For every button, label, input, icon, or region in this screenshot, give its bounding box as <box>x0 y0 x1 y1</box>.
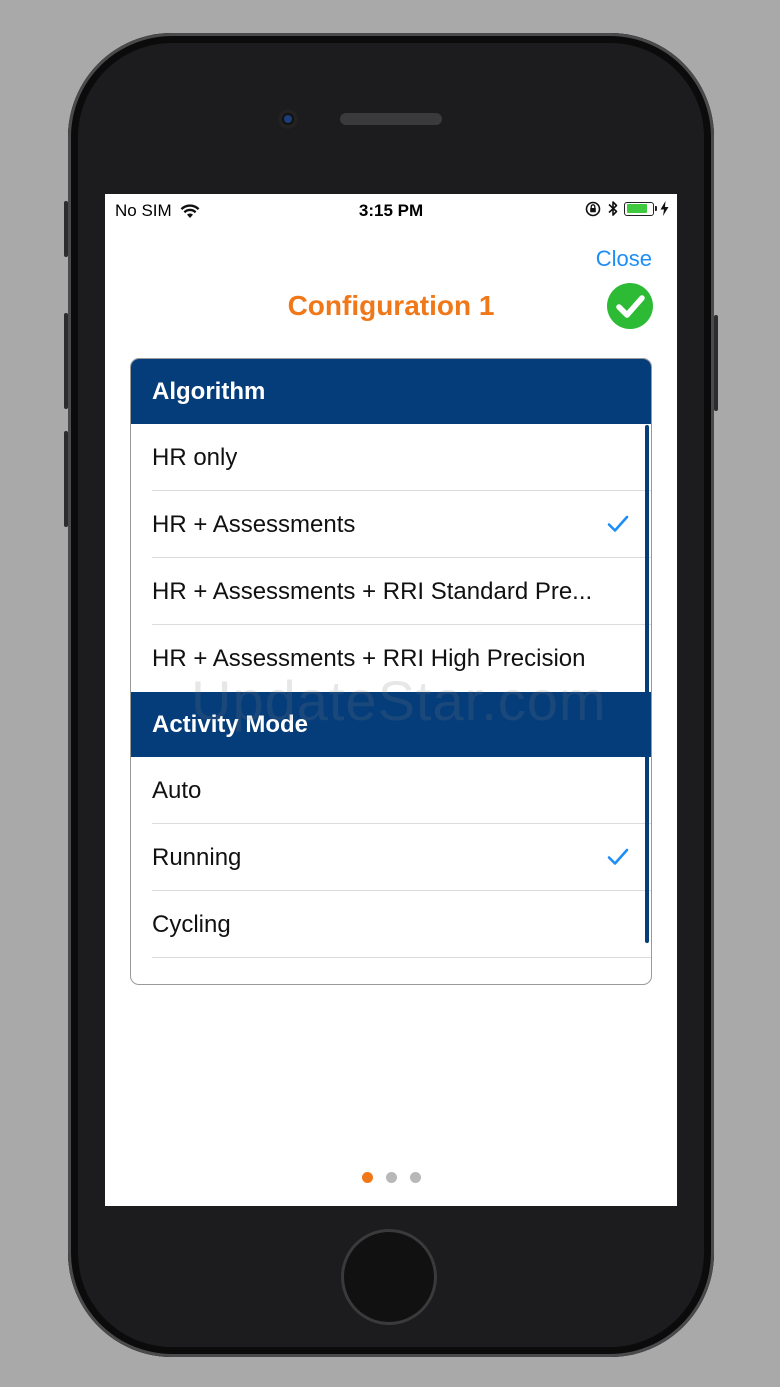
battery-icon <box>624 201 657 216</box>
front-camera <box>278 109 298 129</box>
page-indicator[interactable] <box>105 1172 677 1183</box>
option-hr-assessments-rri-standard[interactable]: HR + Assessments + RRI Standard Pre... <box>131 558 651 625</box>
volume-down-button <box>64 431 68 527</box>
checkmark-icon <box>607 848 629 865</box>
section-header-algorithm: Algorithm <box>131 359 651 424</box>
status-bar: No SIM 3:15 PM <box>105 194 677 228</box>
page-dot-2[interactable] <box>385 1172 397 1183</box>
option-auto[interactable]: Auto <box>131 757 651 824</box>
scroll-indicator[interactable] <box>645 425 649 943</box>
option-partially-hidden[interactable] <box>131 958 651 984</box>
option-hr-assessments[interactable]: HR + Assessments <box>131 491 651 558</box>
option-label: HR + Assessments + RRI Standard Pre... <box>152 578 593 605</box>
screen: No SIM 3:15 PM Close Configuration 1 Alg… <box>105 194 677 1206</box>
option-label: HR + Assessments <box>152 511 356 538</box>
orientation-lock-icon <box>585 201 601 216</box>
option-label: Running <box>152 844 242 871</box>
checkmark-icon <box>607 515 629 532</box>
option-label: HR only <box>152 444 238 471</box>
option-running[interactable]: Running <box>131 824 651 891</box>
option-hr-only[interactable]: HR only <box>131 424 651 491</box>
page-title: Configuration 1 <box>287 290 495 321</box>
battery-level <box>626 204 647 213</box>
section-header-activity-mode: Activity Mode <box>131 692 651 757</box>
option-cycling[interactable]: Cycling <box>131 891 651 958</box>
bluetooth-icon <box>608 201 618 216</box>
mute-switch <box>64 201 68 257</box>
option-label: Auto <box>152 777 202 804</box>
checkmark-circle-icon <box>607 283 653 329</box>
volume-up-button <box>64 313 68 409</box>
power-button <box>714 315 718 411</box>
option-label: Cycling <box>152 911 231 938</box>
option-label: HR + Assessments + RRI High Precision <box>152 645 586 672</box>
page-dot-1[interactable] <box>361 1172 373 1183</box>
close-button[interactable]: Close <box>596 246 652 272</box>
settings-panel[interactable]: Algorithm HR only HR + Assessments HR + … <box>130 358 652 985</box>
home-button[interactable] <box>341 1229 437 1325</box>
option-hr-assessments-rri-high[interactable]: HR + Assessments + RRI High Precision <box>131 625 651 692</box>
earpiece-speaker <box>340 113 442 125</box>
page-dot-3[interactable] <box>409 1172 421 1183</box>
charging-icon <box>660 201 669 216</box>
